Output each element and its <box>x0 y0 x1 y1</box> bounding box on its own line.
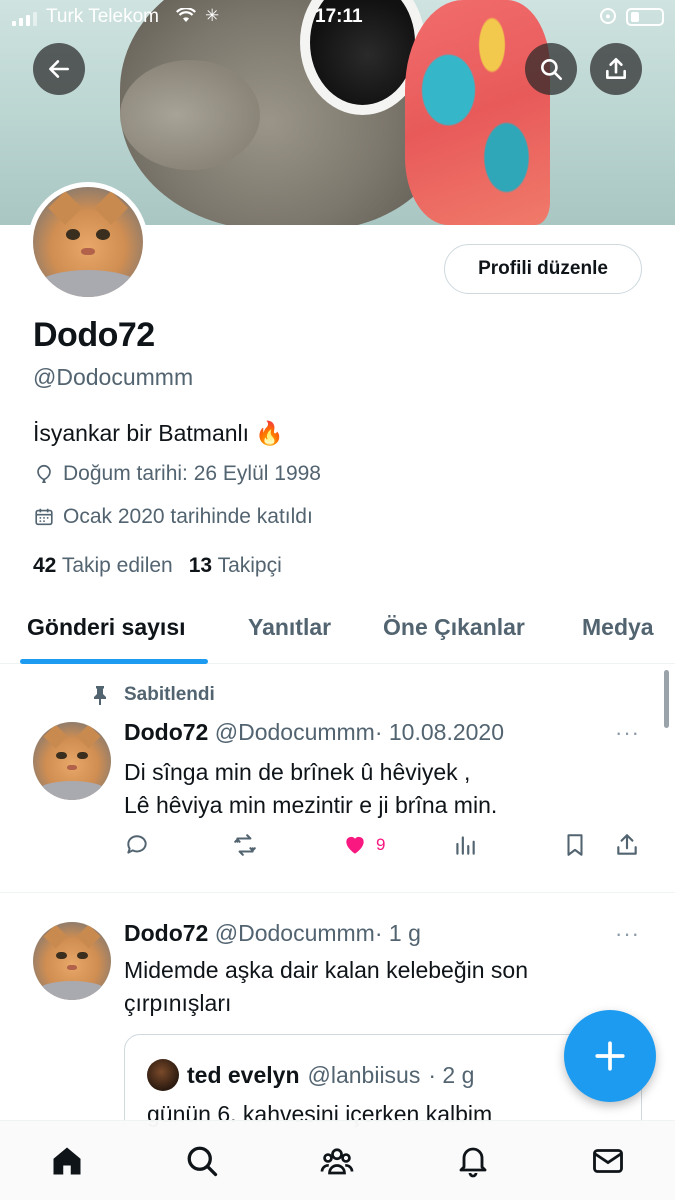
post-line: çırpınışları <box>124 990 232 1016</box>
back-arrow-icon <box>49 60 69 78</box>
post-line: Midemde aşka dair kalan kelebeğin son <box>124 957 529 983</box>
post-body: Midemde aşka dair kalan kelebeğin son çı… <box>124 954 528 1020</box>
scrollbar[interactable] <box>664 670 669 728</box>
reply-button[interactable] <box>124 832 150 858</box>
birthday-text: Doğum tarihi: 26 Eylül 1998 <box>63 462 321 485</box>
following-link[interactable]: 42 Takip edilen <box>33 554 173 578</box>
bookmark-icon <box>567 834 583 856</box>
post-date[interactable]: · 10.08.2020 <box>375 719 504 745</box>
clock: 17:11 <box>315 6 363 27</box>
like-count: 9 <box>376 835 386 854</box>
rotation-lock-icon: ● <box>600 8 616 24</box>
post-author-handle[interactable]: @Dodocummm <box>215 920 375 946</box>
bookmark-button[interactable] <box>562 832 588 858</box>
share-post-button[interactable] <box>614 832 640 858</box>
post-author-name[interactable]: Dodo72 <box>124 920 208 946</box>
signal-icon <box>12 12 37 26</box>
quoted-author-handle: @lanbiisus <box>307 1061 421 1088</box>
post-header: Dodo72 @Dodocummm· 10.08.2020 <box>124 719 504 746</box>
active-tab-indicator <box>20 659 208 664</box>
status-bar: Turk Telekom ✳ 17:11 ● <box>0 0 675 36</box>
activity-spinner-icon: ✳ <box>205 6 220 25</box>
display-name: Dodo72 <box>33 316 155 354</box>
search-icon <box>541 59 563 81</box>
joined-text: Ocak 2020 tarihinde katıldı <box>63 505 313 528</box>
nav-search[interactable] <box>182 1141 222 1181</box>
home-icon <box>53 1147 81 1175</box>
pinned-label-row: Sabitlendi <box>90 684 215 706</box>
post-header: Dodo72 @Dodocummm· 1 g <box>124 920 421 947</box>
nav-home[interactable] <box>47 1141 87 1181</box>
retweet-button[interactable] <box>232 832 258 858</box>
wifi-icon <box>176 7 196 29</box>
plus-icon <box>595 1041 625 1071</box>
like-button[interactable]: 9 <box>342 832 385 858</box>
post-more-icon[interactable]: ··· <box>615 720 640 746</box>
battery-icon <box>626 8 664 26</box>
quoted-avatar <box>147 1059 179 1091</box>
share-icon <box>617 834 637 855</box>
tab-media[interactable]: Medya <box>582 614 654 641</box>
tab-replies[interactable]: Yanıtlar <box>248 614 331 641</box>
communities-icon <box>320 1148 354 1175</box>
following-label: Takip edilen <box>61 554 173 577</box>
post-date[interactable]: · 1 g <box>375 920 421 946</box>
banner-camel-snout <box>120 60 260 170</box>
post-avatar[interactable] <box>33 922 111 1000</box>
nav-communities[interactable] <box>317 1141 357 1181</box>
post-divider <box>0 892 675 893</box>
pin-icon <box>94 686 106 705</box>
post-actions: 9 <box>124 832 644 862</box>
followers-count: 13 <box>188 554 213 577</box>
quoted-post-header: ted evelyn @lanbiisus · 2 g <box>147 1059 474 1091</box>
profile-avatar[interactable] <box>28 182 148 302</box>
heart-icon <box>346 836 364 854</box>
reply-icon <box>127 835 147 854</box>
share-icon <box>606 57 626 79</box>
pinned-label: Sabitlendi <box>124 684 215 705</box>
search-icon <box>187 1146 218 1177</box>
profile-bio: İsyankar bir Batmanlı 🔥 <box>33 420 285 446</box>
post-more-icon[interactable]: ··· <box>615 921 640 947</box>
quoted-author-name: ted evelyn <box>187 1061 300 1088</box>
post-line: Di sînga min de brînek û hêviyek , <box>124 759 471 785</box>
edit-profile-button[interactable]: Profili düzenle <box>444 244 642 294</box>
retweet-icon <box>234 834 256 856</box>
search-button[interactable] <box>525 43 577 95</box>
post-author-handle[interactable]: @Dodocummm <box>215 719 375 745</box>
calendar-icon <box>35 508 53 526</box>
nav-messages[interactable] <box>588 1141 628 1181</box>
bell-icon <box>459 1147 487 1178</box>
quoted-date: · 2 g <box>428 1061 475 1088</box>
back-button[interactable] <box>33 43 85 95</box>
username-handle: @Dodocummm <box>33 364 194 390</box>
post-body: Di sînga min de brînek û hêviyek , Lê hê… <box>124 756 497 822</box>
followers-link[interactable]: 13 Takipçi <box>189 554 282 578</box>
analytics-button[interactable] <box>452 832 478 858</box>
follow-stats: 42 Takip edilen 13 Takipçi <box>33 554 282 578</box>
joined-row: Ocak 2020 tarihinde katıldı <box>33 505 313 529</box>
balloon-icon <box>37 464 51 483</box>
bottom-navigation <box>0 1120 675 1200</box>
post-avatar[interactable] <box>33 722 111 800</box>
carrier-name: Turk Telekom <box>46 6 159 27</box>
post-author-name[interactable]: Dodo72 <box>124 719 208 745</box>
followers-label: Takipçi <box>217 554 282 577</box>
share-profile-button[interactable] <box>590 43 642 95</box>
birthday-row: Doğum tarihi: 26 Eylül 1998 <box>33 462 321 486</box>
nav-notifications[interactable] <box>453 1141 493 1181</box>
tab-posts[interactable]: Gönderi sayısı <box>27 614 186 641</box>
tab-highlights[interactable]: Öne Çıkanlar <box>383 614 525 641</box>
following-count: 42 <box>33 554 57 577</box>
analytics-icon <box>456 836 475 855</box>
profile-tabs: Gönderi sayısı Yanıtlar Öne Çıkanlar Med… <box>0 600 675 664</box>
mail-icon <box>593 1149 623 1173</box>
compose-post-button[interactable] <box>564 1010 656 1102</box>
cat-avatar-image <box>33 187 143 297</box>
post-line: Lê hêviya min mezintir e ji brîna min. <box>124 792 498 818</box>
